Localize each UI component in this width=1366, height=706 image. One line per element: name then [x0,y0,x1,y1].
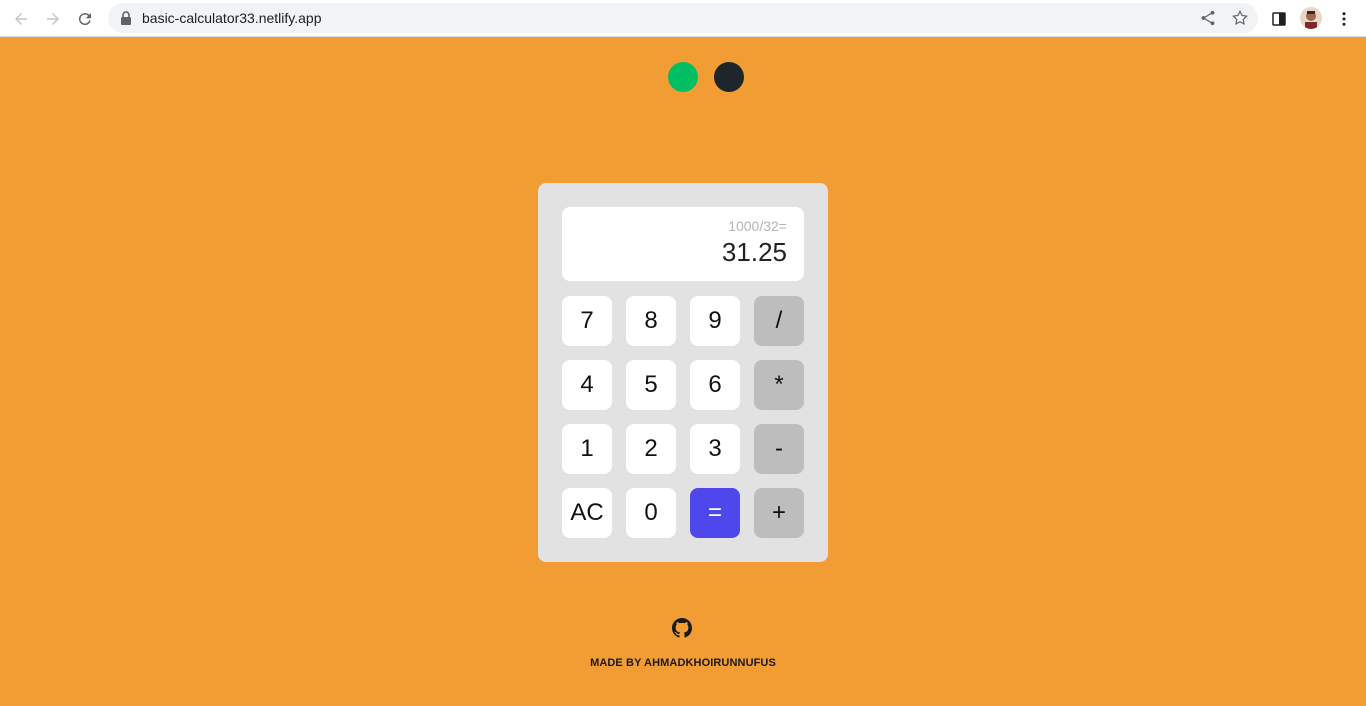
side-panel-button[interactable] [1266,6,1292,32]
menu-button[interactable] [1331,6,1357,32]
key-2[interactable]: 2 [626,424,676,474]
key-7[interactable]: 7 [562,296,612,346]
address-bar[interactable]: basic-calculator33.netlify.app [108,3,1258,33]
key-divide[interactable]: / [754,296,804,346]
side-panel-icon [1272,12,1286,26]
url-text: basic-calculator33.netlify.app [142,10,322,26]
key-add[interactable]: + [754,488,804,538]
github-icon[interactable] [672,618,692,638]
key-equals[interactable]: = [690,488,740,538]
kebab-menu-icon [1342,12,1346,26]
key-6[interactable]: 6 [690,360,740,410]
forward-arrow-icon [47,13,59,25]
profile-avatar[interactable] [1300,7,1322,29]
theme-green-button[interactable] [668,62,698,92]
key-multiply[interactable]: * [754,360,804,410]
key-all-clear[interactable]: AC [562,488,612,538]
reload-button[interactable] [72,6,98,32]
key-8[interactable]: 8 [626,296,676,346]
theme-dark-button[interactable] [714,62,744,92]
key-4[interactable]: 4 [562,360,612,410]
browser-toolbar: basic-calculator33.netlify.app [0,0,1366,37]
key-0[interactable]: 0 [626,488,676,538]
share-icon[interactable] [1199,9,1217,27]
reload-icon [78,13,91,26]
forward-button[interactable] [40,6,66,32]
avatar-icon [1305,11,1317,29]
key-9[interactable]: 9 [690,296,740,346]
back-arrow-icon [15,13,27,25]
bookmark-star-icon[interactable] [1231,9,1249,27]
calculator: 1000/32= 31.25 7 8 9 / 4 5 6 * 1 2 3 - A… [538,183,828,562]
back-button[interactable] [8,6,34,32]
expression-text: 1000/32= [728,218,787,234]
key-1[interactable]: 1 [562,424,612,474]
calculator-display: 1000/32= 31.25 [562,207,804,281]
credit-text: MADE BY AHMADKHOIRUNNUFUS [590,657,776,669]
result-text: 31.25 [721,237,787,267]
lock-icon [121,11,131,25]
key-5[interactable]: 5 [626,360,676,410]
key-3[interactable]: 3 [690,424,740,474]
key-subtract[interactable]: - [754,424,804,474]
